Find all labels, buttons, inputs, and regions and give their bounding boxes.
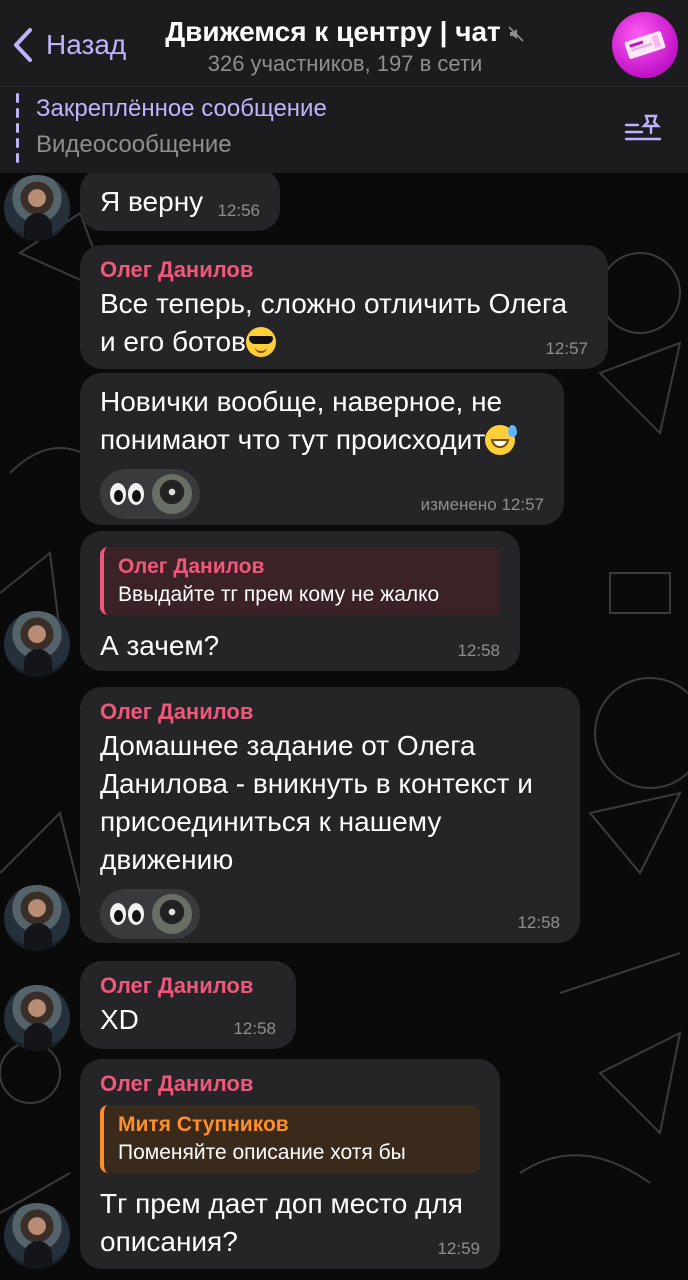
chat-avatar[interactable] (612, 12, 678, 78)
message-time: 12:59 (437, 1239, 480, 1258)
message-text: А зачем? (100, 630, 220, 661)
back-button[interactable]: Назад (10, 22, 126, 68)
message-bubble[interactable]: Олег Данилов Ввыдайте тг прем кому не жа… (80, 531, 520, 671)
message-bubble[interactable]: Я верну 12:56 (80, 173, 280, 231)
reactor-avatar (152, 474, 192, 514)
reply-sender: Митя Ступников (118, 1113, 289, 1136)
sunglasses-emoji-icon (245, 327, 276, 357)
message-sender: Олег Данилов (100, 1071, 254, 1096)
reply-text: Поменяйте описание хотя бы (118, 1141, 406, 1164)
sender-avatar[interactable] (4, 175, 70, 241)
message-sender: Олег Данилов (100, 699, 254, 724)
message-time: 12:57 (545, 339, 588, 358)
message-bubble[interactable]: Олег Данилов XD 12:58 (80, 961, 296, 1049)
eyes-emoji-icon (110, 483, 144, 505)
ticket-icon (624, 31, 666, 59)
chat-background: Я верну 12:56 Олег Данилов Все теперь, с… (0, 173, 688, 1280)
message-text: Домашнее задание от Олега Данилова - вни… (100, 730, 533, 875)
message-time: изменено 12:57 (420, 495, 544, 514)
pinned-indicator (16, 93, 19, 163)
chat-subtitle: 326 участников, 197 в сети (207, 51, 483, 76)
sender-avatar[interactable] (4, 985, 70, 1051)
reply-preview[interactable]: Митя Ступников Поменяйте описание хотя б… (100, 1105, 480, 1173)
chat-title: Движемся к центру | чат (140, 14, 550, 50)
reply-sender: Олег Данилов (118, 555, 265, 578)
message-sender: Олег Данилов (100, 973, 254, 998)
message-bubble[interactable]: Новички вообще, наверное, не понимают чт… (80, 373, 564, 525)
chevron-left-icon (14, 28, 32, 62)
muted-icon (508, 26, 524, 42)
message-bubble[interactable]: Олег Данилов Митя Ступников Поменяйте оп… (80, 1059, 500, 1269)
chat-header: Назад Движемся к центру | чат 326 участн… (0, 0, 688, 86)
message-time: 12:56 (217, 201, 260, 220)
reply-preview[interactable]: Олег Данилов Ввыдайте тг прем кому не жа… (100, 547, 500, 615)
reactor-avatar (152, 894, 192, 934)
message-bubble[interactable]: Олег Данилов Все теперь, сложно отличить… (80, 245, 608, 369)
sender-avatar[interactable] (4, 611, 70, 677)
back-label: Назад (46, 29, 127, 60)
message-text: Тг прем дает доп место для описания? (100, 1188, 463, 1257)
reaction-chip[interactable] (100, 889, 200, 939)
message-sender: Олег Данилов (100, 257, 254, 282)
pinned-message-bar[interactable]: Закреплённое сообщение Видеосообщение (0, 86, 688, 173)
eyes-emoji-icon (110, 903, 144, 925)
message-bubble[interactable]: Олег Данилов Домашнее задание от Олега Д… (80, 687, 580, 943)
reply-text: Ввыдайте тг прем кому не жалко (118, 583, 440, 606)
pin-list-icon[interactable] (624, 113, 664, 145)
message-text: Новички вообще, наверное, не понимают чт… (100, 383, 544, 459)
message-time: 12:58 (517, 913, 560, 932)
message-text: Все теперь, сложно отличить Олега и его … (100, 288, 568, 357)
sender-avatar[interactable] (4, 1203, 70, 1269)
message-time: 12:58 (457, 641, 500, 660)
pinned-title: Закреплённое сообщение (36, 95, 327, 122)
sweat-smile-emoji-icon (485, 425, 518, 455)
reaction-chip[interactable] (100, 469, 200, 519)
pinned-text: Видеосообщение (36, 131, 232, 158)
message-time: 12:58 (233, 1019, 276, 1038)
chat-title-area[interactable]: Движемся к центру | чат 326 участников, … (140, 14, 550, 78)
sender-avatar[interactable] (4, 885, 70, 951)
